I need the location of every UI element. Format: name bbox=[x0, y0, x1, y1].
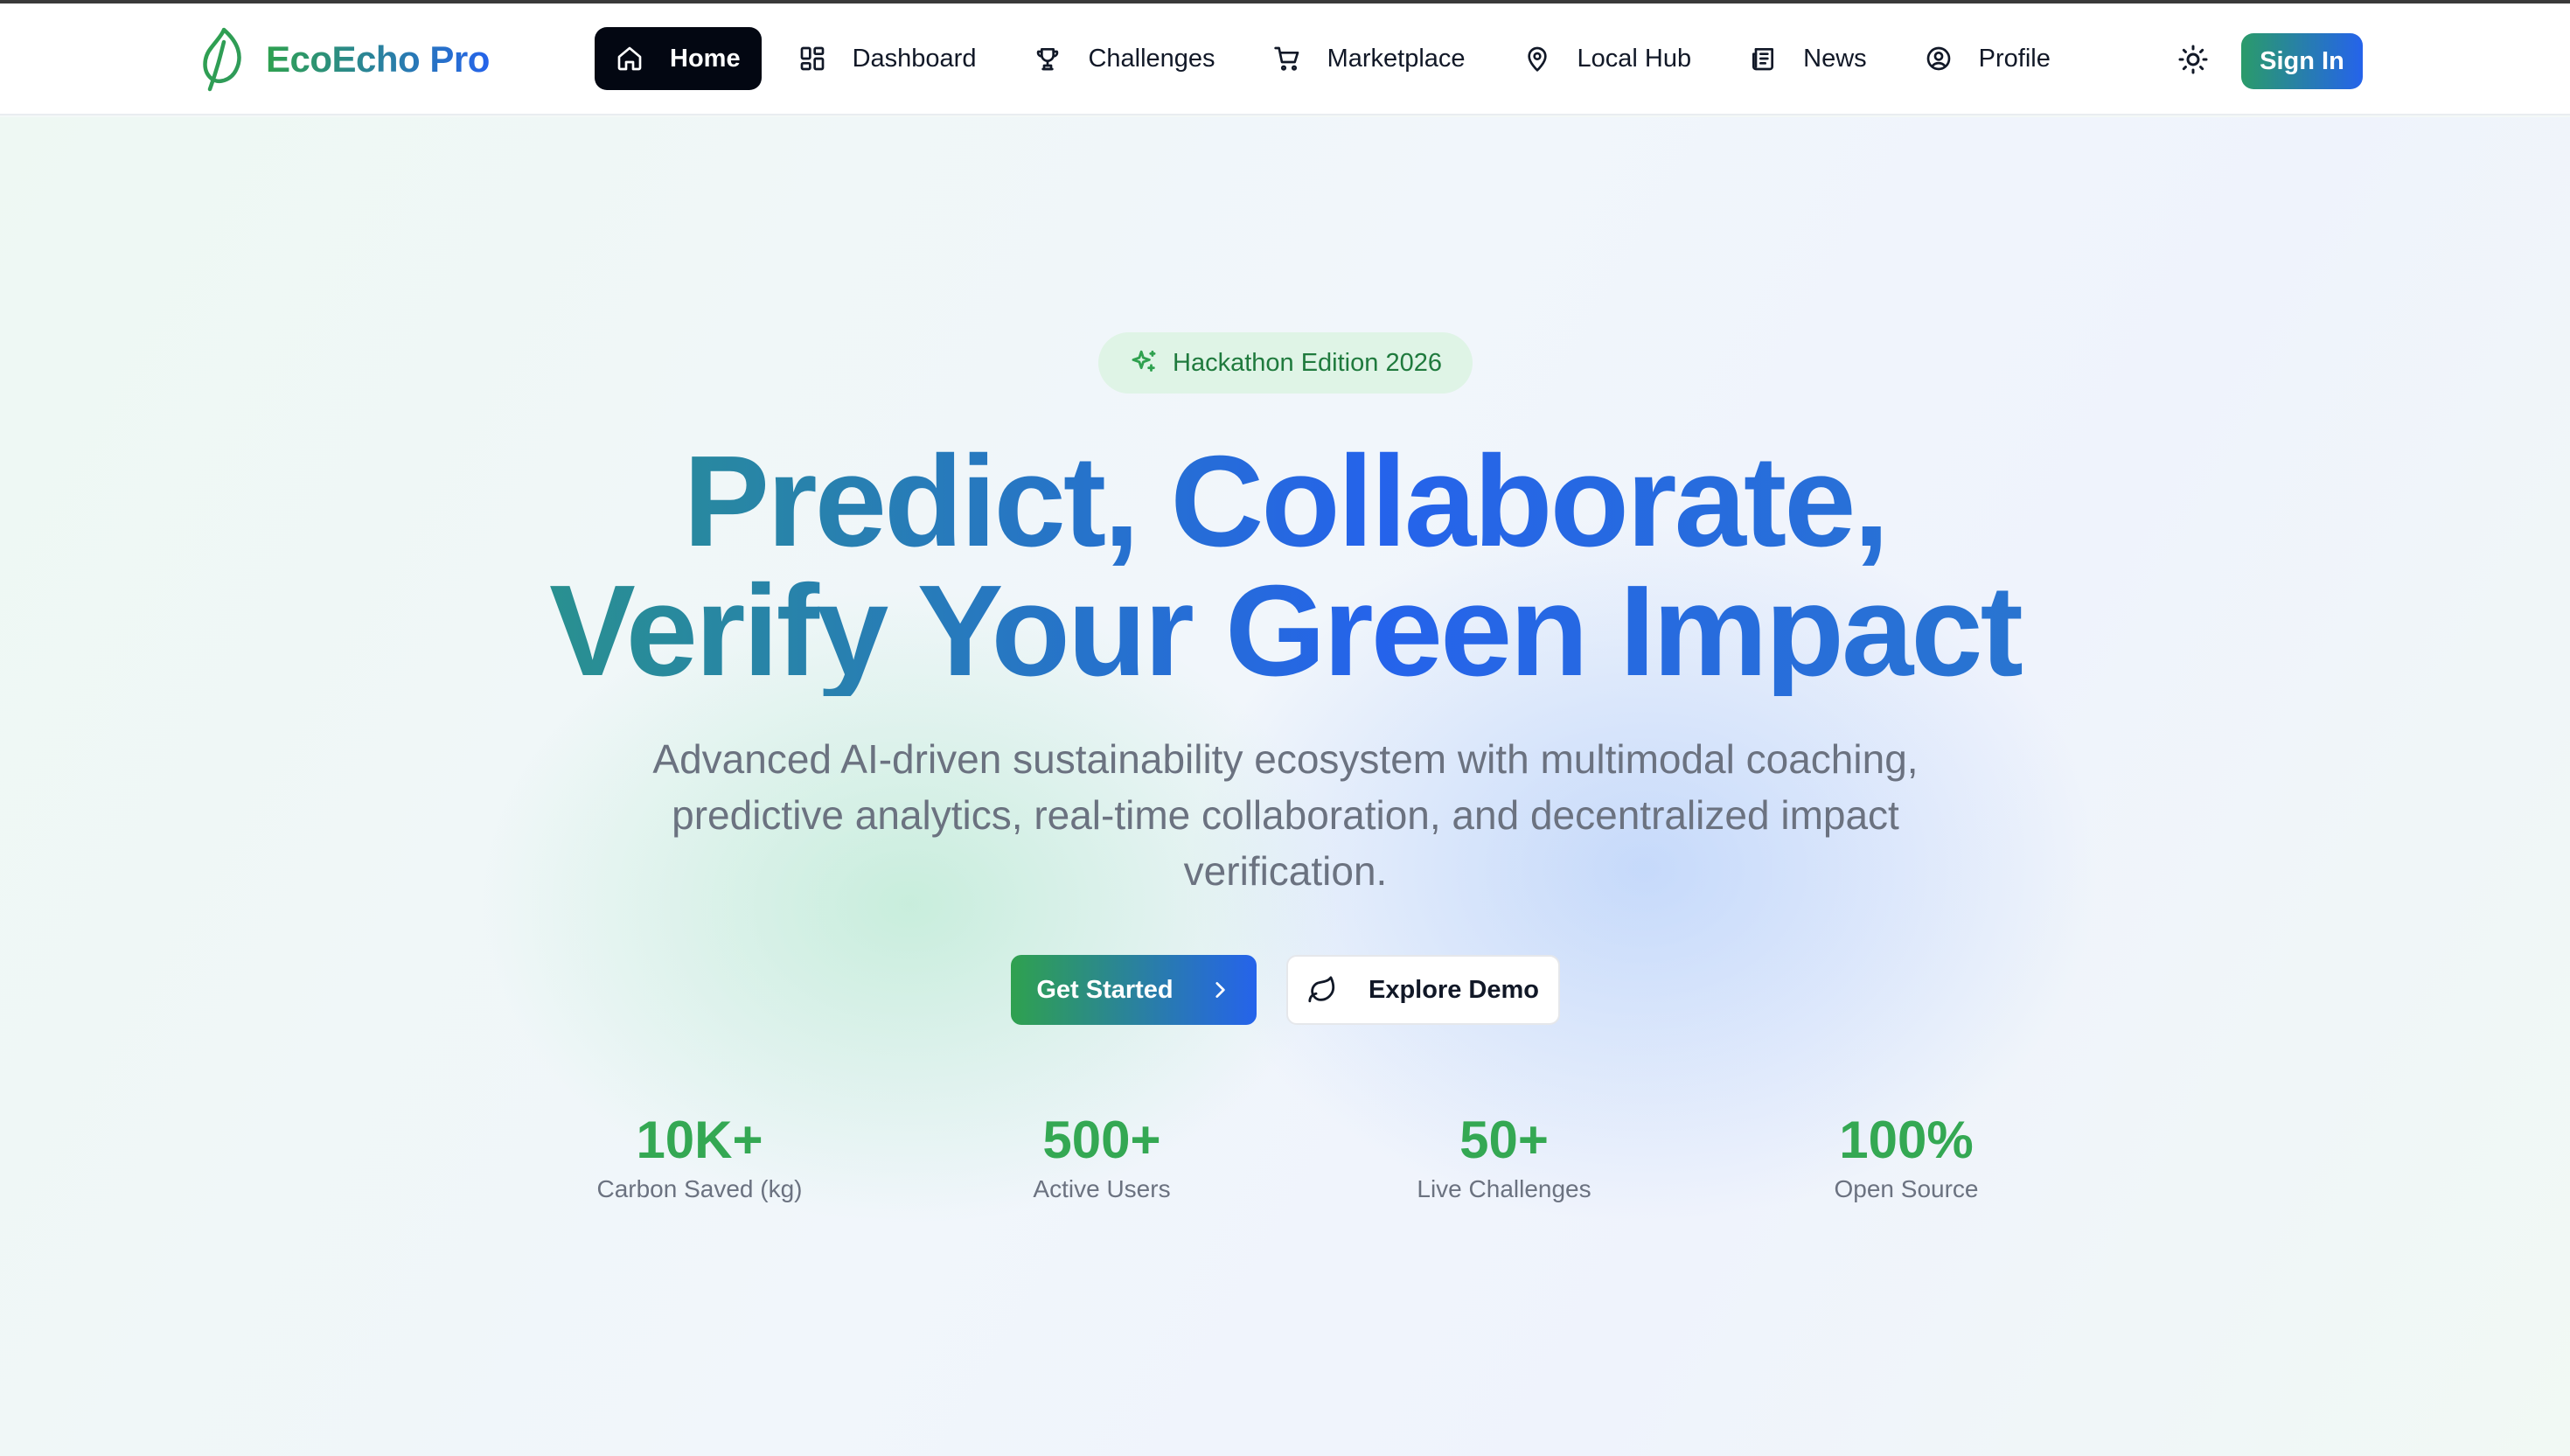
get-started-button[interactable]: Get Started bbox=[1011, 955, 1257, 1025]
leaf-icon bbox=[203, 27, 241, 92]
nav-item-marketplace[interactable]: Marketplace bbox=[1252, 27, 1487, 90]
nav-item-label: Local Hub bbox=[1577, 44, 1692, 73]
badge-label: Hackathon Edition 2026 bbox=[1173, 348, 1442, 377]
headline-line-1: Predict, Collaborate, bbox=[683, 429, 1887, 574]
nav-item-label: News bbox=[1803, 44, 1867, 73]
stat-value: 50+ bbox=[1459, 1111, 1549, 1169]
nav-item-local-hub[interactable]: Local Hub bbox=[1502, 27, 1713, 90]
sparkles-icon bbox=[1132, 350, 1156, 372]
sun-icon[interactable] bbox=[2177, 44, 2209, 75]
sign-in-button[interactable]: Sign In bbox=[2241, 33, 2363, 89]
stat-open-source: 100% Open Source bbox=[1749, 1109, 2064, 1205]
stat-label: Carbon Saved (kg) bbox=[596, 1175, 803, 1202]
brand-logo-link[interactable]: EcoEcho Pro bbox=[198, 26, 490, 93]
nav-item-label: Home bbox=[670, 44, 741, 73]
leaf-outline-icon bbox=[1308, 976, 1335, 1003]
nav-item-label: Challenges bbox=[1088, 44, 1215, 73]
stat-label: Live Challenges bbox=[1417, 1175, 1591, 1202]
stat-label: Active Users bbox=[1033, 1175, 1171, 1202]
nav-item-profile[interactable]: Profile bbox=[1904, 27, 2072, 90]
map-pin-icon bbox=[1527, 46, 1547, 72]
nav-item-challenges[interactable]: Challenges bbox=[1013, 27, 1236, 90]
nav-item-label: Dashboard bbox=[852, 44, 977, 73]
home-icon bbox=[617, 46, 642, 71]
nav-item-label: Marketplace bbox=[1327, 44, 1466, 73]
nav-item-label: Profile bbox=[1978, 44, 2051, 73]
headline-line-2: Verify Your Green Impact bbox=[549, 559, 2021, 703]
grid-icon bbox=[800, 46, 824, 71]
stat-value: 500+ bbox=[1042, 1111, 1161, 1169]
stat-active-users: 500+ Active Users bbox=[944, 1109, 1259, 1205]
nav-item-news[interactable]: News bbox=[1728, 27, 1888, 90]
stat-value: 10K+ bbox=[636, 1111, 763, 1169]
get-started-label: Get Started bbox=[1036, 975, 1174, 1004]
stats-row: 10K+ Carbon Saved (kg) 500+ Active Users… bbox=[542, 1109, 2029, 1214]
stat-carbon-saved: 10K+ Carbon Saved (kg) bbox=[542, 1109, 857, 1205]
hero-actions: Get Started Explore Demo bbox=[1011, 955, 1560, 1025]
nav-item-home[interactable]: Home bbox=[595, 27, 762, 90]
user-circle-icon bbox=[1926, 46, 1950, 71]
nav-item-dashboard[interactable]: Dashboard bbox=[777, 27, 998, 90]
trophy-icon bbox=[1037, 48, 1059, 71]
hero-headline: Predict, Collaborate, Verify Your Green … bbox=[350, 437, 2220, 696]
stat-label: Open Source bbox=[1834, 1175, 1979, 1202]
explore-demo-button[interactable]: Explore Demo bbox=[1286, 955, 1560, 1025]
newspaper-icon bbox=[1752, 48, 1774, 71]
brand-name: EcoEcho Pro bbox=[266, 38, 490, 80]
cart-icon bbox=[1273, 46, 1299, 71]
stat-live-challenges: 50+ Live Challenges bbox=[1347, 1109, 1661, 1205]
explore-demo-label: Explore Demo bbox=[1369, 975, 1539, 1004]
main-nav: Home Dashboard Challenges Marketplace Lo… bbox=[595, 27, 2072, 90]
chevron-right-icon bbox=[1215, 982, 1225, 998]
stat-value: 100% bbox=[1839, 1111, 1974, 1169]
edition-badge: Hackathon Edition 2026 bbox=[1098, 332, 1473, 394]
hero-subtitle: Advanced AI-driven sustainability ecosys… bbox=[652, 736, 1919, 894]
top-navigation-bar: EcoEcho Pro Home Dashboard Challenges Ma… bbox=[0, 3, 2570, 115]
